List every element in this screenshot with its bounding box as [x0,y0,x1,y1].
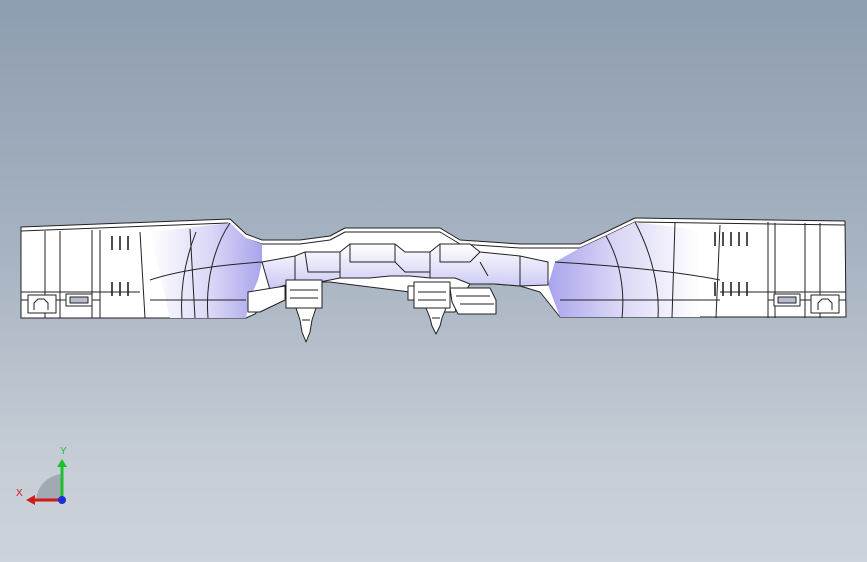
bumper-part-model[interactable] [20,217,847,343]
left-clip-box [27,294,57,314]
right-clip-box [810,294,840,314]
right-lower-bracket [449,287,497,315]
right-slot-inner [777,296,797,304]
left-slot-inner [69,296,89,304]
right-shaded-surface [548,222,700,317]
cad-3d-viewport[interactable] [0,0,867,562]
right-pin-assembly [407,281,451,335]
left-pin-assembly [285,279,323,343]
left-shaded-surface [150,223,262,318]
